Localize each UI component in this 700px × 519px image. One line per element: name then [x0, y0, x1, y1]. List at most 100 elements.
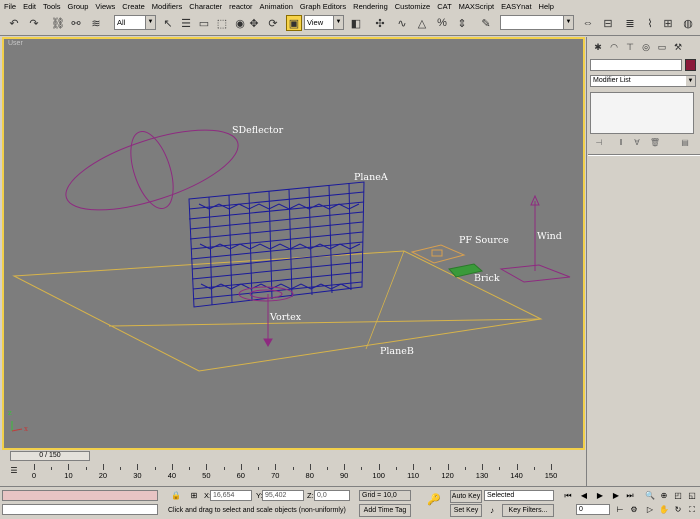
- menu-item-maxscript[interactable]: MAXScript: [459, 2, 494, 11]
- select-and-move-icon[interactable]: ✥: [246, 15, 262, 31]
- maxscript-input[interactable]: [2, 504, 158, 515]
- menu-item-create[interactable]: Create: [122, 2, 145, 11]
- mirror-icon[interactable]: ⇔: [580, 15, 596, 31]
- hierarchy-tab-icon[interactable]: ⊤: [623, 40, 637, 54]
- select-by-name-icon[interactable]: ☰: [178, 15, 194, 31]
- show-end-result-icon[interactable]: ‖: [615, 138, 627, 148]
- select-and-scale-icon[interactable]: ▣: [286, 15, 302, 31]
- pin-stack-icon[interactable]: ⊣: [593, 138, 605, 148]
- key-mode-toggle-icon[interactable]: ⊢: [614, 504, 626, 515]
- select-object-icon[interactable]: ↖: [160, 15, 176, 31]
- menu-item-rendering[interactable]: Rendering: [353, 2, 388, 11]
- perspective-viewport[interactable]: User SDeflector PlaneA PF Source Wind Br…: [2, 37, 585, 450]
- time-configuration-icon[interactable]: ⚙: [628, 504, 640, 515]
- pan-icon[interactable]: ✋: [658, 504, 670, 515]
- next-frame-icon[interactable]: ▶: [610, 490, 622, 501]
- select-manipulate-icon[interactable]: ✣: [372, 15, 388, 31]
- angle-snap-icon[interactable]: △: [414, 15, 430, 31]
- menu-item-graph-editors[interactable]: Graph Editors: [300, 2, 346, 11]
- current-frame-field[interactable]: 0: [576, 504, 610, 515]
- time-slider[interactable]: 0 / 150: [2, 451, 585, 462]
- menu-item-character[interactable]: Character: [189, 2, 222, 11]
- modify-tab-icon[interactable]: ◠: [607, 40, 621, 54]
- maxscript-listener-mini[interactable]: [2, 490, 158, 501]
- edit-named-sel-icon[interactable]: ✎: [478, 15, 494, 31]
- trackbar-tick: [51, 467, 53, 470]
- go-to-start-icon[interactable]: ⏮: [562, 490, 574, 501]
- percent-snap-icon[interactable]: %: [434, 15, 450, 31]
- rect-selection-icon[interactable]: ▭: [196, 15, 212, 31]
- make-unique-icon[interactable]: ∀: [631, 138, 643, 148]
- named-selection-dropdown[interactable]: ▼: [500, 15, 574, 30]
- go-to-end-icon[interactable]: ⏭: [624, 490, 636, 501]
- align-icon[interactable]: ⊟: [600, 15, 616, 31]
- zoom-all-icon[interactable]: ⊕: [658, 490, 670, 501]
- trackbar[interactable]: ☰ 0 10 20 30 40 50 60 70 80 90 100 110 120 130 140 150: [0, 463, 585, 485]
- menu-item-help[interactable]: Help: [539, 2, 554, 11]
- time-slider-thumb[interactable]: 0 / 150: [10, 451, 90, 461]
- zoom-extents-all-icon[interactable]: ◱: [686, 490, 698, 501]
- unlink-icon[interactable]: ⚯: [68, 15, 84, 31]
- schematic-view-icon[interactable]: ⊞: [660, 15, 676, 31]
- planea-mesh: [188, 181, 365, 308]
- redo-icon[interactable]: ↷: [26, 15, 42, 31]
- select-and-rotate-icon[interactable]: ⟳: [265, 15, 281, 31]
- menu-item-edit[interactable]: Edit: [23, 2, 36, 11]
- y-coordinate-field[interactable]: 95,402: [262, 490, 304, 501]
- menu-item-customize[interactable]: Customize: [395, 2, 430, 11]
- object-color-swatch[interactable]: [685, 59, 696, 71]
- curve-editor-icon[interactable]: ⌇: [642, 15, 658, 31]
- chevron-down-icon: ▼: [563, 16, 573, 29]
- trackbar-tick: [206, 464, 208, 470]
- material-editor-icon[interactable]: ◍: [680, 15, 696, 31]
- set-key-icon[interactable]: ♪: [486, 505, 498, 516]
- key-filters-button[interactable]: Key Filters...: [502, 504, 554, 517]
- key-icon[interactable]: 🔑: [426, 495, 442, 506]
- object-name-field[interactable]: [590, 59, 682, 71]
- menu-item-tools[interactable]: Tools: [43, 2, 61, 11]
- menu-item-easynat[interactable]: EASYnat: [501, 2, 531, 11]
- field-of-view-icon[interactable]: ▷: [644, 504, 656, 515]
- menu-item-group[interactable]: Group: [68, 2, 89, 11]
- display-tab-icon[interactable]: ▭: [655, 40, 669, 54]
- previous-frame-icon[interactable]: ◀: [578, 490, 590, 501]
- zoom-icon[interactable]: 🔍: [644, 490, 656, 501]
- orbit-icon[interactable]: ↻: [672, 504, 684, 515]
- configure-modifier-sets-icon[interactable]: ▤: [679, 138, 691, 148]
- maximize-viewport-icon[interactable]: ⛶: [686, 504, 698, 515]
- play-icon[interactable]: ▶: [594, 490, 606, 501]
- utilities-tab-icon[interactable]: ⚒: [671, 40, 685, 54]
- menu-item-file[interactable]: File: [4, 2, 16, 11]
- spinner-snap-icon[interactable]: ⇕: [454, 15, 470, 31]
- reference-coord-dropdown[interactable]: View ▼: [304, 15, 344, 30]
- lock-selection-icon[interactable]: 🔒: [170, 490, 182, 501]
- menu-item-modifiers[interactable]: Modifiers: [152, 2, 182, 11]
- menu-item-views[interactable]: Views: [95, 2, 115, 11]
- remove-modifier-icon[interactable]: 🗑: [649, 138, 661, 148]
- undo-icon[interactable]: ↶: [6, 15, 22, 31]
- z-coordinate-field[interactable]: 0,0: [314, 490, 350, 501]
- pivot-center-icon[interactable]: ◧: [348, 15, 364, 31]
- z-label: Z:: [307, 491, 314, 500]
- bind-space-warp-icon[interactable]: ≋: [88, 15, 104, 31]
- auto-key-button[interactable]: Auto Key: [450, 490, 482, 503]
- snap-toggle-icon[interactable]: ∿: [394, 15, 410, 31]
- menu-item-reactor[interactable]: reactor: [229, 2, 252, 11]
- absolute-mode-icon[interactable]: ⊞: [188, 490, 200, 501]
- add-time-tag-button[interactable]: Add Time Tag: [359, 504, 411, 517]
- selection-filter-dropdown[interactable]: All ▼: [114, 15, 156, 30]
- modifier-stack[interactable]: [590, 92, 694, 134]
- menu-item-animation[interactable]: Animation: [260, 2, 293, 11]
- key-mode-dropdown[interactable]: Selected: [484, 490, 554, 501]
- zoom-extents-icon[interactable]: ◰: [672, 490, 684, 501]
- open-mini-curve-editor-icon[interactable]: ☰: [8, 465, 20, 476]
- select-link-icon[interactable]: ⛓: [50, 15, 66, 31]
- modifier-list-dropdown[interactable]: Modifier List ▼: [590, 75, 696, 87]
- x-coordinate-field[interactable]: 16,654: [210, 490, 252, 501]
- layer-manager-icon[interactable]: ≣: [622, 15, 638, 31]
- window-crossing-icon[interactable]: ⬚: [214, 15, 230, 31]
- create-tab-icon[interactable]: ✱: [591, 40, 605, 54]
- motion-tab-icon[interactable]: ◎: [639, 40, 653, 54]
- menu-item-cat[interactable]: CAT: [437, 2, 451, 11]
- set-key-button[interactable]: Set Key: [450, 504, 482, 517]
